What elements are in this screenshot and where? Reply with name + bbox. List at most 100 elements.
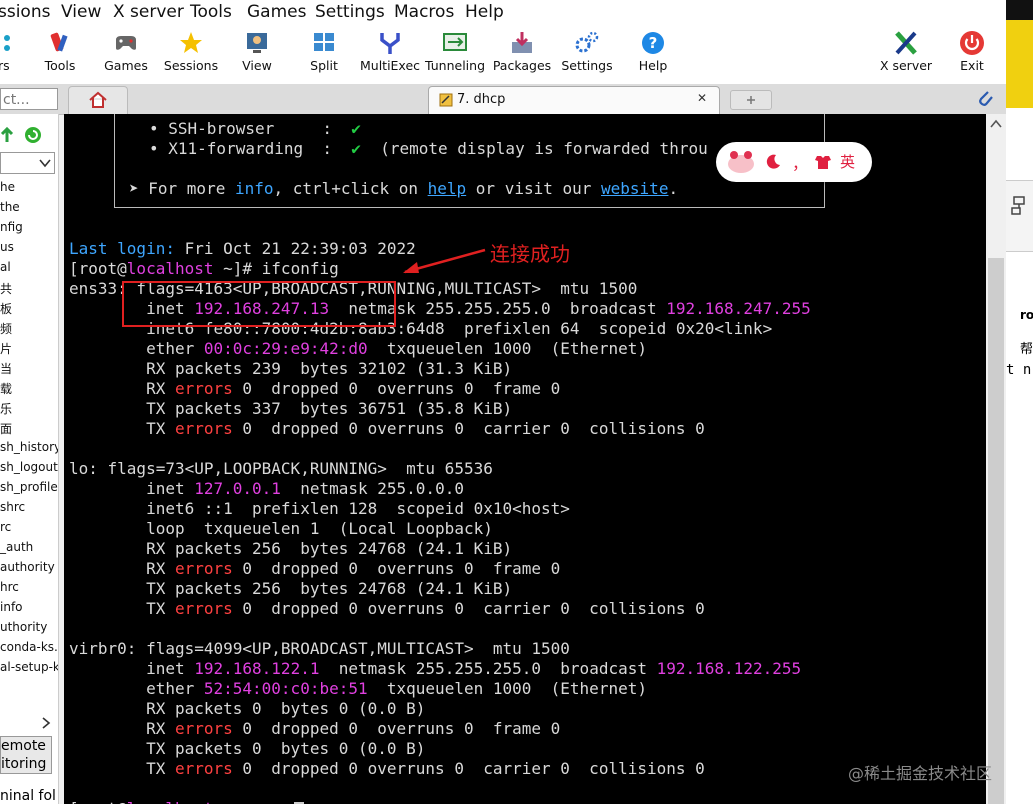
sidebar-file-item[interactable]: al-setup-k [0, 660, 58, 674]
exit-power-icon [960, 31, 984, 55]
sidebar-file-item[interactable]: 载 [0, 380, 12, 397]
servers-icon [4, 35, 10, 51]
quick-connect-input[interactable]: ct... [0, 88, 58, 110]
ens33-rx-errors: RX errors 0 dropped 0 overruns 0 frame 0 [69, 379, 561, 398]
settings-gears-icon [575, 31, 599, 53]
help-link[interactable]: help [428, 179, 467, 198]
home-icon [89, 91, 107, 108]
menu-xserver[interactable]: X server [113, 2, 184, 22]
new-tab-button[interactable] [730, 90, 772, 110]
tab-dhcp-label: 7. dhcp [457, 92, 506, 107]
sidebar-bottom-text: ninal fol [0, 788, 56, 804]
scroll-right-icon[interactable] [40, 716, 52, 730]
upload-arrow-icon[interactable] [0, 126, 14, 144]
sidebar-file-item[interactable]: info [0, 600, 23, 614]
toolbar-packages-button[interactable]: Packages [486, 26, 558, 84]
toolbar-settings-button[interactable]: Settings [551, 26, 623, 84]
sidebar-file-item[interactable]: sh_logout [0, 460, 58, 474]
menu-tools[interactable]: Tools [190, 2, 232, 22]
attachment-paperclip-icon[interactable] [976, 88, 994, 108]
bg-black-strip [1006, 0, 1033, 20]
toolbar-help-button[interactable]: ? Help [617, 26, 689, 84]
tab-close-icon[interactable]: ✕ [697, 91, 707, 105]
chevron-down-icon [39, 159, 51, 168]
menu-sessions[interactable]: ssions [0, 2, 50, 22]
prompt-line-bottom: [root@localhost [69, 799, 304, 804]
sidebar-file-item[interactable]: 当 [0, 360, 12, 377]
virbr0-rx-errors: RX errors 0 dropped 0 overruns 0 frame 0 [69, 719, 561, 738]
sidebar-file-item[interactable]: conda-ks.c [0, 640, 58, 654]
sidebar-file-item[interactable]: shrc [0, 500, 25, 514]
toolbar-exit-button[interactable]: Exit [936, 26, 1008, 84]
lo-rx-packets: RX packets 256 bytes 24768 (24.1 KiB) [69, 539, 513, 558]
sidebar-file-item[interactable]: 频 [0, 320, 12, 337]
svg-text:?: ? [649, 34, 658, 52]
prompt-line: [root@localhost ~]# ifconfig [69, 259, 339, 278]
sidebar-file-item[interactable]: 片 [0, 340, 12, 357]
last-login-line: Last login: Fri Oct 21 22:39:03 2022 [69, 239, 416, 258]
sftp-sidebar: he the nfig us al 共板频片当载乐面 sh_history sh_logout… [0, 114, 59, 804]
terminal-area[interactable]: • SSH-browser : ✔ • X11-forwarding : ✔ (… [64, 114, 986, 804]
virbr0-tx-errors: TX errors 0 dropped 0 overruns 0 carrier… [69, 759, 705, 778]
remote-monitoring-button[interactable]: emote itoring [0, 736, 52, 774]
remote-monitoring-label-1: emote [1, 738, 46, 754]
sidebar-file-item[interactable]: us [0, 240, 14, 254]
home-tab[interactable] [68, 86, 128, 115]
menu-help[interactable]: Help [465, 2, 504, 22]
scrollbar-thumb[interactable] [988, 258, 1004, 804]
menu-settings[interactable]: Settings [315, 2, 385, 22]
sidebar-file-item[interactable]: authority [0, 560, 55, 574]
refresh-icon[interactable] [24, 126, 42, 144]
ime-toolbar[interactable]: ， 英 [716, 142, 872, 182]
menu-games[interactable]: Games [247, 2, 306, 22]
view-icon [247, 33, 267, 53]
ime-language[interactable]: 英 [840, 151, 855, 172]
ime-punctuation[interactable]: ， [792, 150, 808, 174]
sidebar-file-item[interactable]: nfig [0, 220, 23, 234]
menu-macros[interactable]: Macros [394, 2, 454, 22]
toolbar-view-button[interactable]: View [221, 26, 293, 84]
moon-icon[interactable] [764, 153, 782, 171]
sidebar-file-item[interactable]: al [0, 260, 11, 274]
toolbar-multiexec-button[interactable]: MultiExec [354, 26, 426, 84]
toolbar-xserver-button[interactable]: X server [870, 26, 942, 84]
toolbar-tools-button[interactable]: Tools [24, 26, 96, 84]
lo-flags-line: lo: flags=73<UP,LOOPBACK,RUNNING> mtu 65… [69, 459, 493, 478]
tab-dhcp[interactable]: 7. dhcp ✕ [428, 86, 720, 115]
split-icon [314, 33, 334, 51]
toolbar-tunneling-button[interactable]: Tunneling [419, 26, 491, 84]
website-link[interactable]: website [601, 179, 668, 198]
sidebar-file-item[interactable]: he [0, 180, 15, 194]
path-dropdown[interactable] [0, 152, 55, 174]
sidebar-file-item[interactable]: 板 [0, 300, 12, 317]
sidebar-file-item[interactable]: rc [0, 520, 11, 534]
ens33-ether-line: ether 00:0c:29:e9:42:d0 txqueuelen 1000 … [69, 339, 647, 358]
tunneling-icon [443, 33, 467, 51]
toolbar-sessions-button[interactable]: Sessions [155, 26, 227, 84]
ens33-rx-packets: RX packets 239 bytes 32102 (31.3 KiB) [69, 359, 513, 378]
sidebar-file-item[interactable]: the [0, 200, 20, 214]
network-icon [1011, 196, 1025, 215]
lo-loop-line: loop txqueuelen 1 (Local Loopback) [69, 519, 493, 538]
sidebar-file-item[interactable]: 面 [0, 420, 12, 437]
sidebar-file-item[interactable]: _auth [0, 540, 33, 554]
toolbar-games-button[interactable]: Games [90, 26, 162, 84]
sidebar-file-item[interactable]: uthority [0, 620, 47, 634]
xserver-icon [895, 31, 917, 55]
virbr0-ether-line: ether 52:54:00:c0:be:51 txqueuelen 1000 … [69, 679, 647, 698]
scroll-up-icon[interactable] [988, 118, 1004, 130]
sidebar-file-item[interactable]: 共 [0, 280, 12, 297]
ens33-tx-errors: TX errors 0 dropped 0 overruns 0 carrier… [69, 419, 705, 438]
sidebar-file-item[interactable]: hrc [0, 580, 19, 594]
sidebar-file-item[interactable]: sh_history [0, 440, 58, 454]
shirt-icon[interactable] [814, 154, 832, 170]
bg-text-2: 帮 [1020, 342, 1033, 357]
toolbar-split-button[interactable]: Split [288, 26, 360, 84]
sidebar-file-item[interactable]: 乐 [0, 400, 12, 417]
sidebar-file-item[interactable]: sh_profile [0, 480, 58, 494]
menu-view[interactable]: View [61, 2, 101, 22]
virbr0-inet-line: inet 192.168.122.1 netmask 255.255.255.0… [69, 659, 802, 678]
help-icon: ? [642, 32, 664, 54]
virbr0-tx-packets: TX packets 0 bytes 0 (0.0 B) [69, 739, 426, 758]
plus-icon [747, 96, 755, 104]
